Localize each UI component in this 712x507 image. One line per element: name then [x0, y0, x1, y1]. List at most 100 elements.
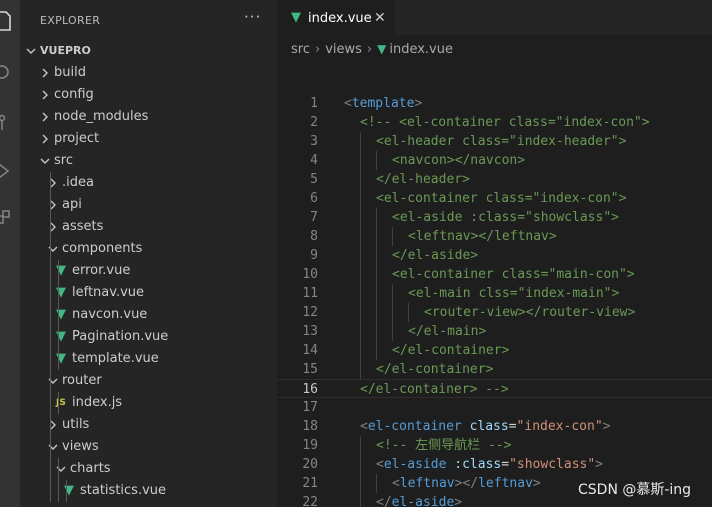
tab-index-vue[interactable]: ▼ index.vue ✕ — [277, 0, 395, 35]
tree-folder[interactable]: router — [20, 370, 277, 392]
more-actions-icon[interactable]: ··· — [244, 8, 261, 26]
line-number: 11 — [302, 286, 318, 301]
code-line[interactable]: 16 </el-container> --> — [277, 379, 712, 398]
line-number: 19 — [302, 438, 318, 453]
tree-item-label: components — [62, 241, 143, 256]
chevron-right-icon — [40, 106, 52, 128]
code-line[interactable]: 12 <router-view></router-view> — [277, 303, 712, 322]
tree-folder[interactable]: project — [20, 128, 277, 150]
code-token: <!-- <el-container class="index-con"> — [360, 115, 650, 130]
breadcrumb-file[interactable]: index.vue — [389, 42, 453, 57]
indent-guide — [360, 493, 361, 507]
tree-item-label: error.vue — [72, 263, 131, 278]
code-line[interactable]: 6 <el-container class="index-con"> — [277, 189, 712, 208]
tree-folder[interactable]: VUEPRO — [20, 40, 277, 62]
line-number: 1 — [310, 96, 318, 111]
code-line[interactable]: 15 </el-container> — [277, 360, 712, 379]
files-icon[interactable] — [0, 10, 20, 34]
code-token: </el-main> — [408, 324, 487, 339]
tree-folder[interactable]: api — [20, 194, 277, 216]
code-token: el-container — [367, 419, 462, 434]
code-text: <el-aside :class="showclass"> — [376, 455, 603, 474]
code-line[interactable]: 2 <!-- <el-container class="index-con"> — [277, 113, 712, 132]
code-line[interactable]: 10 <el-container class="main-con"> — [277, 265, 712, 284]
code-token: <el-aside :class="showclass"> — [392, 210, 619, 225]
code-line[interactable]: 8 <leftnav></leftnav> — [277, 227, 712, 246]
chevron-down-icon — [26, 40, 38, 62]
tree-folder[interactable]: build — [20, 62, 277, 84]
indent-guide — [376, 246, 377, 265]
tree-item-label: navcon.vue — [72, 307, 148, 322]
indent-guide — [360, 227, 361, 246]
indent-guide — [392, 227, 393, 246]
tree-folder[interactable]: assets — [20, 216, 277, 238]
code-line[interactable]: 20 <el-aside :class="showclass"> — [277, 455, 712, 474]
code-line[interactable]: 14 </el-container> — [277, 341, 712, 360]
code-line[interactable]: 4 <navcon></navcon> — [277, 151, 712, 170]
code-text: <el-header class="index-header"> — [376, 132, 626, 151]
indent-guide — [360, 132, 361, 151]
code-token: :class — [454, 457, 502, 472]
code-token: < — [376, 457, 384, 472]
indent-guide — [392, 322, 393, 341]
indent-guide — [360, 436, 361, 455]
code-line[interactable]: 19 <!-- 左侧导航栏 --> — [277, 436, 712, 455]
indent-guide — [376, 151, 377, 170]
code-line[interactable]: 9 </el-aside> — [277, 246, 712, 265]
code-token: > — [595, 457, 603, 472]
tree-item-label: leftnav.vue — [72, 285, 145, 300]
code-token: el-aside — [391, 495, 455, 507]
tree-item-label: index.js — [72, 395, 123, 410]
indent-guide — [360, 151, 361, 170]
code-token: > — [602, 419, 611, 434]
source-control-icon[interactable] — [0, 112, 20, 136]
tree-item-label: assets — [62, 219, 104, 234]
indent-guide — [360, 455, 361, 474]
indent-guide — [360, 170, 361, 189]
line-number: 9 — [310, 248, 318, 263]
breadcrumb: src › views › ▼ index.vue — [291, 42, 453, 57]
tree-folder[interactable]: components — [20, 238, 277, 260]
code-line[interactable]: 3 <el-header class="index-header"> — [277, 132, 712, 151]
run-debug-icon[interactable] — [0, 160, 20, 184]
code-line[interactable]: 7 <el-aside :class="showclass"> — [277, 208, 712, 227]
tree-item-label: .idea — [62, 175, 94, 190]
code-line[interactable]: 13 </el-main> — [277, 322, 712, 341]
tree-item-label: template.vue — [72, 351, 159, 366]
code-line[interactable]: 11 <el-main clss="index-main"> — [277, 284, 712, 303]
code-line[interactable]: 5 </el-header> — [277, 170, 712, 189]
tree-item-label: statistics.vue — [80, 483, 167, 498]
code-token: > — [414, 96, 423, 111]
watermark: CSDN @慕斯-ing — [578, 482, 692, 498]
tree-folder[interactable]: views — [20, 436, 277, 458]
code-token: </el-aside> — [392, 248, 479, 263]
tree-folder[interactable]: src — [20, 150, 277, 172]
tree-folder[interactable]: utils — [20, 414, 277, 436]
breadcrumb-src[interactable]: src — [291, 42, 310, 57]
tree-item-label: project — [54, 131, 100, 146]
code-text: <leftnav></leftnav> — [408, 227, 557, 246]
search-icon[interactable] — [0, 62, 20, 86]
tree-folder[interactable]: node_modules — [20, 106, 277, 128]
code-token: </ — [376, 495, 392, 507]
code-token: = — [508, 419, 517, 434]
extensions-icon[interactable] — [0, 208, 20, 232]
code-token: leftnav — [399, 476, 455, 491]
code-token: </el-container> — [376, 362, 494, 377]
code-text: <navcon></navcon> — [392, 151, 525, 170]
code-token: <navcon></navcon> — [392, 153, 526, 168]
code-text: </el-aside> — [392, 246, 478, 265]
close-icon[interactable]: ✕ — [374, 10, 386, 26]
code-token: template — [351, 96, 415, 111]
line-number: 18 — [302, 419, 318, 434]
code-line[interactable]: 18 <el-container class="index-con"> — [277, 417, 712, 436]
code-text: </el-container> — [392, 341, 509, 360]
code-line[interactable]: 17 — [277, 398, 712, 417]
line-number: 5 — [310, 172, 318, 187]
code-line[interactable]: 1 <template> — [277, 94, 712, 113]
tree-folder[interactable]: config — [20, 84, 277, 106]
tree-folder[interactable]: .idea — [20, 172, 277, 194]
chevron-right-icon — [40, 128, 52, 150]
breadcrumb-views[interactable]: views — [325, 42, 362, 57]
